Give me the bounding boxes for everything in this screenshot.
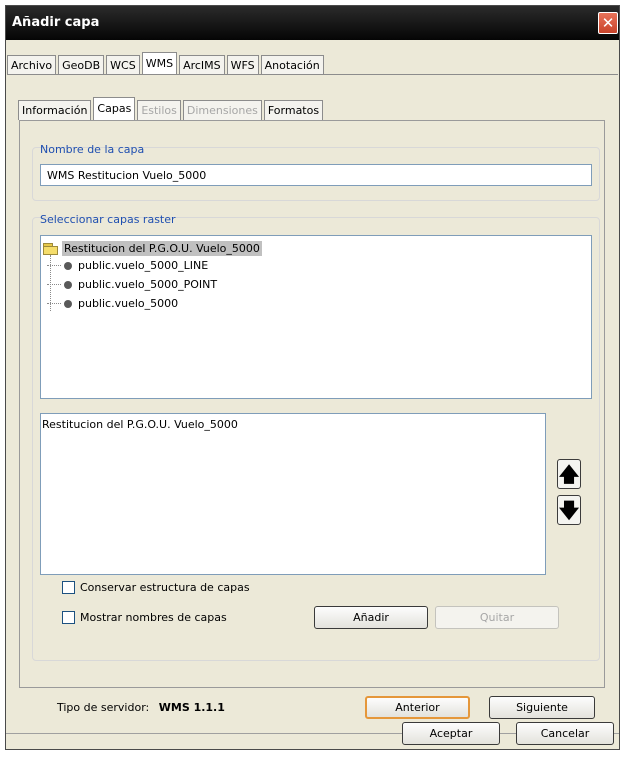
tab-informacion[interactable]: Información: [18, 100, 92, 120]
tab-estilos: Estilos: [137, 100, 181, 120]
raster-label: Seleccionar capas raster: [40, 213, 176, 226]
tree-root[interactable]: Restitucion del P.G.O.U. Vuelo_5000: [42, 240, 280, 257]
remove-layer-button: Quitar: [435, 606, 559, 629]
keep-structure-label: Conservar estructura de capas: [80, 581, 250, 594]
accept-button[interactable]: Aceptar: [402, 722, 500, 745]
tab-wcs[interactable]: WCS: [106, 55, 140, 75]
next-button[interactable]: Siguiente: [489, 696, 595, 719]
tab-formatos[interactable]: Formatos: [263, 100, 324, 120]
show-names-checkbox[interactable]: [62, 611, 75, 624]
server-type-value: WMS 1.1.1: [158, 701, 225, 714]
add-layer-dialog: Añadir capa ✕ Archivo GeoDB WCS WMS ArcI…: [5, 5, 620, 750]
tab-dimensiones: Dimensiones: [182, 100, 262, 120]
tab-arcims[interactable]: ArcIMS: [179, 55, 225, 75]
tree-root-label: Restitucion del P.G.O.U. Vuelo_5000: [62, 241, 262, 256]
layer-name-label: Nombre de la capa: [40, 143, 145, 156]
tab-capas[interactable]: Capas: [93, 97, 136, 120]
layers-panel: Nombre de la capa Seleccionar capas rast…: [19, 120, 605, 688]
tab-geodb[interactable]: GeoDB: [58, 55, 105, 75]
tab-anotacion[interactable]: Anotación: [260, 55, 324, 75]
layer-bullet-icon: [64, 280, 72, 289]
wms-tabs: Información Capas Estilos Dimensiones Fo…: [18, 97, 325, 120]
keep-structure-option[interactable]: Conservar estructura de capas: [62, 581, 250, 594]
move-down-button[interactable]: 🡇: [557, 495, 581, 525]
tab-wfs[interactable]: WFS: [226, 55, 259, 75]
show-names-option[interactable]: Mostrar nombres de capas: [62, 611, 227, 624]
close-button[interactable]: ✕: [598, 12, 618, 34]
tab-archivo[interactable]: Archivo: [7, 55, 57, 75]
tree-item-polygon[interactable]: public.vuelo_5000: [47, 295, 178, 312]
selected-layers-list[interactable]: Restitucion del P.G.O.U. Vuelo_5000: [40, 413, 546, 575]
tree-item-label: public.vuelo_5000: [78, 297, 179, 310]
tree-item-label: public.vuelo_5000_POINT: [78, 278, 218, 291]
wms-panel: Información Capas Estilos Dimensiones Fo…: [7, 74, 618, 688]
server-type: Tipo de servidor: WMS 1.1.1: [57, 701, 225, 714]
layer-name-input[interactable]: [40, 164, 592, 186]
show-names-label: Mostrar nombres de capas: [80, 611, 227, 624]
tab-wms[interactable]: WMS: [141, 52, 178, 75]
server-type-label: Tipo de servidor:: [57, 701, 150, 714]
arrow-down-icon: 🡇: [558, 498, 580, 522]
arrow-up-icon: 🡅: [558, 462, 580, 486]
cancel-button[interactable]: Cancelar: [516, 722, 614, 745]
tree-item-point[interactable]: public.vuelo_5000_POINT: [47, 276, 217, 293]
title-bar: Añadir capa ✕: [6, 6, 619, 40]
move-up-button[interactable]: 🡅: [557, 459, 581, 489]
previous-button[interactable]: Anterior: [365, 696, 470, 719]
window-title: Añadir capa: [12, 15, 100, 30]
close-icon: ✕: [601, 14, 615, 32]
tree-item-label: public.vuelo_5000_LINE: [78, 259, 209, 272]
available-layers-tree[interactable]: Restitucion del P.G.O.U. Vuelo_5000 publ…: [40, 235, 592, 399]
folder-icon: [42, 242, 60, 255]
layer-bullet-icon: [64, 261, 72, 270]
add-layer-button[interactable]: Añadir: [314, 606, 428, 629]
tree-item-line[interactable]: public.vuelo_5000_LINE: [47, 257, 208, 274]
source-tabs: Archivo GeoDB WCS WMS ArcIMS WFS Anotaci…: [7, 52, 326, 75]
keep-structure-checkbox[interactable]: [62, 581, 75, 594]
layer-bullet-icon: [64, 299, 72, 308]
list-item[interactable]: Restitucion del P.G.O.U. Vuelo_5000: [42, 418, 238, 431]
